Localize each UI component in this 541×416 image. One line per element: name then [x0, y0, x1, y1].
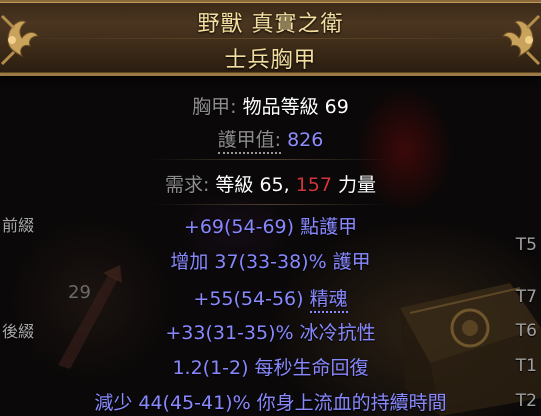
mod-text: 減少 44(45-41)% 你身上流血的持續時間: [94, 392, 447, 414]
requirement-level-value: 65,: [259, 174, 290, 196]
item-class-line: 胸甲: 物品等級 69: [0, 92, 541, 119]
item-header: 野獸 真實之衛 士兵胸甲: [0, 0, 541, 76]
mod-text: +55(54-56): [193, 288, 310, 310]
mod-tier: T2: [515, 391, 537, 411]
mod-text: +33(31-35)% 冰冷抗性: [165, 322, 376, 344]
item-level-label: 物品等級: [242, 96, 319, 118]
requirements-line: 需求: 等級 65, 157 力量: [0, 170, 541, 197]
mod-line: +33(31-35)% 冰冷抗性: [0, 318, 541, 345]
mod-text: 點護甲: [300, 216, 358, 238]
item-class-label: 胸甲:: [192, 96, 237, 118]
mod-line: 增加 37(33-38)% 護甲: [0, 247, 541, 274]
separator: [150, 204, 390, 205]
armour-value: 826: [287, 129, 324, 151]
item-tooltip: 29 野獸 真實之衛 士兵胸甲 胸甲: 物品等級 69 護甲值: 826 需求:…: [0, 0, 541, 416]
item-base-type: 士兵胸甲: [224, 48, 317, 73]
mod-tier: T7: [515, 287, 537, 307]
mod-tier: T6: [515, 321, 537, 341]
item-level-value: 69: [324, 96, 349, 118]
armour-line: 護甲值: 826: [0, 125, 541, 154]
item-name: 野獸 真實之衛: [197, 12, 344, 37]
requirement-strength-label: 力量: [338, 174, 377, 196]
mod-line: +69(54-69) 點護甲: [0, 212, 541, 239]
requirement-level-label: 等級: [215, 174, 254, 196]
mod-line: 1.2(1-2) 每秒生命回復: [0, 353, 541, 380]
mod-keyword[interactable]: 精魂: [309, 288, 348, 313]
mod-tier: T1: [515, 356, 537, 376]
mod-text: 增加 37(33-38)% 護甲: [170, 251, 371, 273]
requirement-strength-value: 157: [295, 174, 332, 196]
mod-text: 1.2(1-2) 每秒生命回復: [172, 357, 369, 379]
mod-text: +69(54-69): [183, 216, 301, 238]
armour-label: 護甲值:: [217, 129, 282, 154]
requirements-label: 需求:: [164, 174, 210, 196]
separator: [150, 159, 390, 160]
mod-line: +55(54-56) 精魂: [0, 284, 541, 313]
mod-line: 減少 44(45-41)% 你身上流血的持續時間: [0, 388, 541, 415]
